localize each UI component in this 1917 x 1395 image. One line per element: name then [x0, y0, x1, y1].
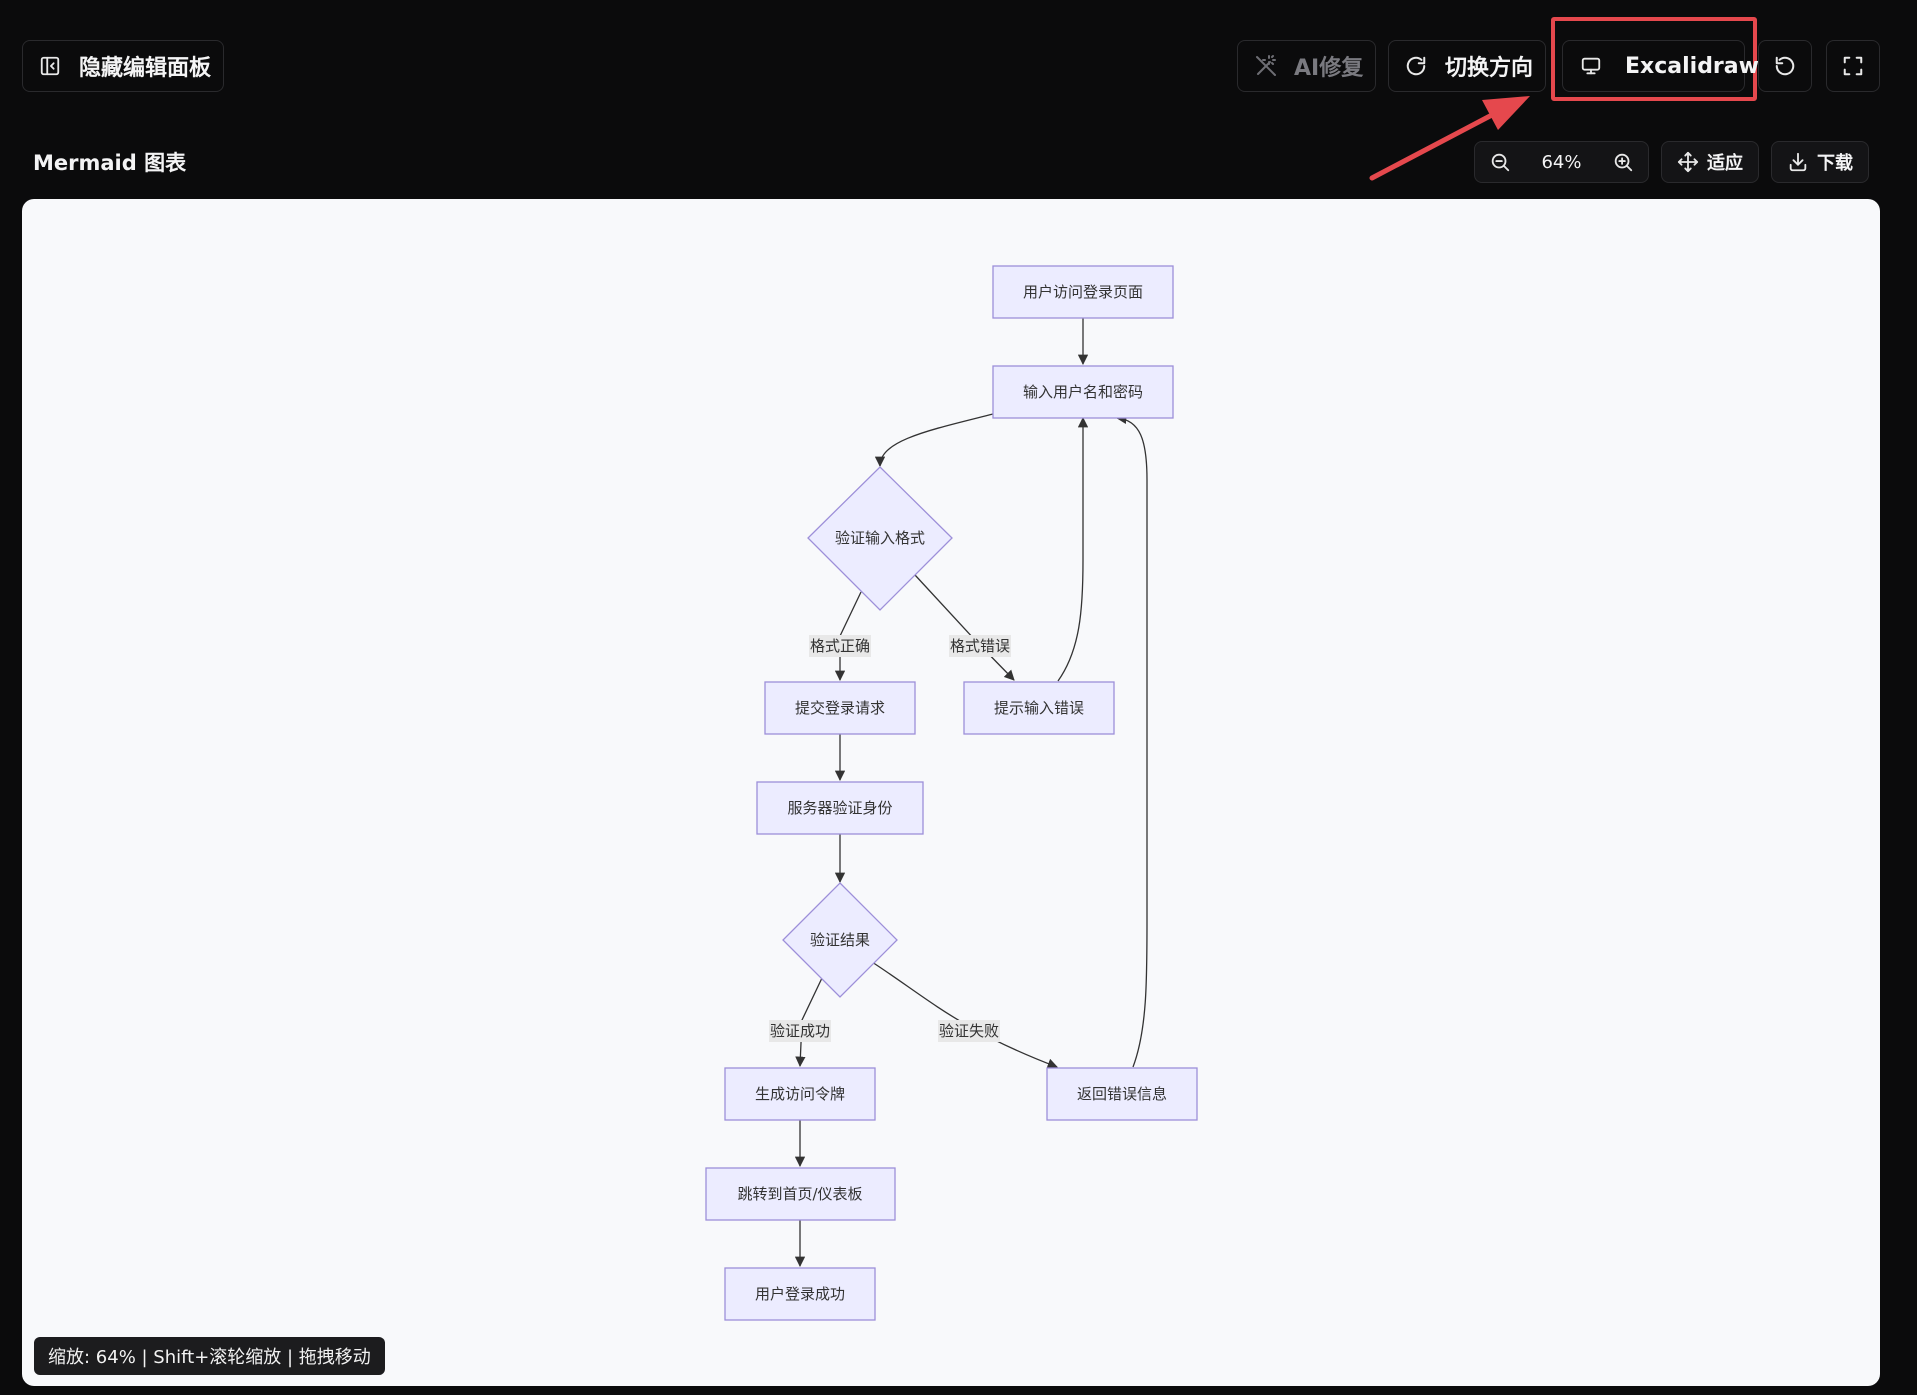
edge-n9-n2 [1115, 413, 1148, 1068]
svg-text:用户访问登录页面: 用户访问登录页面 [1023, 283, 1143, 301]
edge-label-verify-ok: 验证成功 [769, 1020, 831, 1042]
sidebar-collapse-icon [40, 56, 60, 76]
rotate-icon [1406, 56, 1426, 76]
node-return-error[interactable]: 返回错误信息 [1046, 1067, 1198, 1121]
toggle-edit-panel-label: 隐藏编辑面板 [79, 56, 212, 81]
edge-label-format-ok: 格式正确 [809, 635, 871, 657]
svg-text:提示输入错误: 提示输入错误 [994, 699, 1084, 717]
svg-text:输入用户名和密码: 输入用户名和密码 [1023, 383, 1143, 401]
svg-text:用户登录成功: 用户登录成功 [755, 1285, 845, 1303]
download-icon [1789, 152, 1807, 172]
svg-text:验证结果: 验证结果 [810, 931, 870, 949]
diagram-canvas[interactable]: 格式正确 格式错误 验证成功 验证失败 用户访问登录页面 输入用户名和密码 验证… [22, 199, 1880, 1386]
download-label: 下载 [1817, 153, 1853, 174]
ai-fix-button[interactable]: AI修复 [1237, 40, 1376, 92]
zoom-value: 64% [1541, 151, 1582, 173]
svg-text:服务器验证身份: 服务器验证身份 [787, 799, 892, 817]
reset-button[interactable] [1758, 40, 1812, 92]
ai-fix-label: AI修复 [1294, 56, 1364, 81]
node-input-credentials[interactable]: 输入用户名和密码 [992, 365, 1174, 419]
edge-n5-n2 [1057, 416, 1089, 682]
zoom-control: 64% [1474, 141, 1649, 183]
fullscreen-icon [1843, 56, 1863, 76]
svg-text:验证成功: 验证成功 [770, 1022, 830, 1040]
zoom-in-icon[interactable] [1612, 151, 1634, 173]
fullscreen-button[interactable] [1826, 40, 1880, 92]
node-server-auth[interactable]: 服务器验证身份 [756, 781, 924, 835]
flowchart: 格式正确 格式错误 验证成功 验证失败 用户访问登录页面 输入用户名和密码 验证… [705, 265, 1198, 1321]
fit-label: 适应 [1707, 153, 1743, 174]
svg-text:返回错误信息: 返回错误信息 [1077, 1085, 1167, 1103]
svg-text:生成访问令牌: 生成访问令牌 [755, 1085, 845, 1103]
node-generate-token[interactable]: 生成访问令牌 [724, 1067, 876, 1121]
node-validate-format[interactable]: 验证输入格式 [807, 466, 953, 611]
switch-direction-button[interactable]: 切换方向 [1388, 40, 1546, 92]
svg-text:格式正确: 格式正确 [810, 637, 870, 655]
excalidraw-button[interactable]: Excalidraw [1562, 40, 1759, 92]
svg-text:格式错误: 格式错误 [950, 637, 1010, 655]
monitor-icon [1581, 57, 1601, 75]
node-visit-login[interactable]: 用户访问登录页面 [992, 265, 1174, 319]
node-redirect-dashboard[interactable]: 跳转到首页/仪表板 [705, 1167, 896, 1221]
node-input-error[interactable]: 提示输入错误 [963, 681, 1115, 735]
toggle-edit-panel-button[interactable]: 隐藏编辑面板 [22, 40, 224, 92]
move-icon [1677, 151, 1699, 173]
node-submit-login[interactable]: 提交登录请求 [764, 681, 916, 735]
panel-title: Mermaid 图表 [33, 151, 187, 175]
zoom-status-bar: 缩放: 64% | Shift+滚轮缩放 | 拖拽移动 [34, 1337, 385, 1375]
zoom-status-text: 缩放: 64% | Shift+滚轮缩放 | 拖拽移动 [48, 1347, 371, 1368]
svg-text:验证输入格式: 验证输入格式 [835, 529, 925, 547]
fit-button[interactable]: 适应 [1661, 141, 1759, 183]
svg-text:跳转到首页/仪表板: 跳转到首页/仪表板 [737, 1185, 862, 1203]
edge-label-verify-fail: 验证失败 [938, 1020, 1000, 1042]
magic-wand-icon [1256, 55, 1276, 76]
node-verify-result[interactable]: 验证结果 [782, 882, 898, 998]
edge-n3-n5 [914, 574, 1015, 681]
edge-n7-n9 [871, 961, 1058, 1069]
undo-icon [1775, 56, 1795, 76]
edge-n2-n3 [874, 413, 994, 468]
switch-direction-label: 切换方向 [1445, 56, 1534, 81]
download-button[interactable]: 下载 [1771, 141, 1869, 183]
svg-text:提交登录请求: 提交登录请求 [795, 699, 885, 717]
zoom-out-icon[interactable] [1489, 151, 1511, 173]
excalidraw-label: Excalidraw [1625, 53, 1759, 79]
svg-text:验证失败: 验证失败 [939, 1022, 999, 1040]
edge-label-format-error: 格式错误 [949, 635, 1011, 657]
node-login-success[interactable]: 用户登录成功 [724, 1267, 876, 1321]
